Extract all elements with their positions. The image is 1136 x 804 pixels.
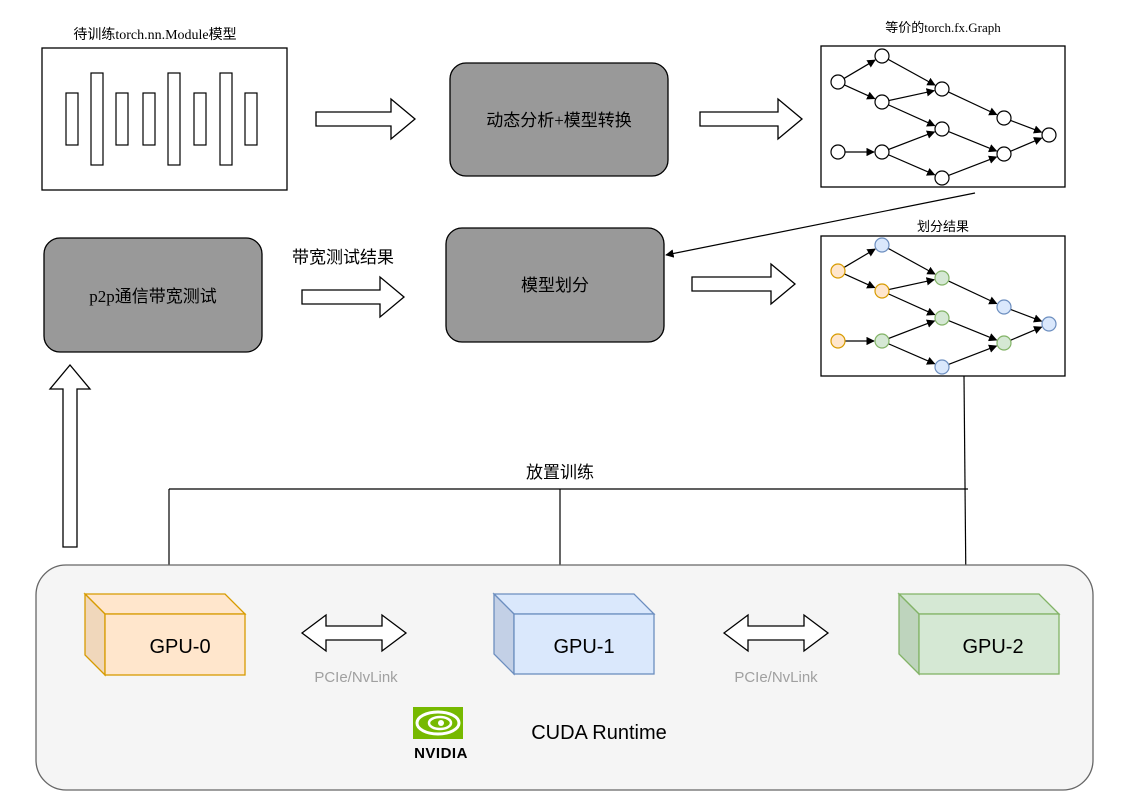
gpu-0-box[interactable]: GPU-0 (83, 592, 247, 677)
fx-graph-node (874, 144, 890, 160)
fx-graph-node (934, 121, 950, 137)
placement-label: 放置训练 (526, 463, 594, 482)
fx-graph-node (1041, 127, 1057, 143)
gpu-2-label: GPU-2 (962, 636, 1023, 658)
gpu-1-box[interactable]: GPU-1 (492, 592, 656, 676)
partition-graph-node (874, 237, 890, 253)
partition-graph-box[interactable] (820, 235, 1066, 377)
fx-graph-node (830, 144, 846, 160)
partition-label: 模型划分 (521, 276, 589, 295)
partition-graph-node (934, 270, 950, 286)
block-arrow-4 (691, 262, 797, 306)
partition-title: 划分结果 (917, 219, 969, 234)
gpu-1-label: GPU-1 (553, 636, 614, 658)
runtime-label: CUDA Runtime (531, 722, 667, 744)
block-arrow-up (48, 363, 92, 548)
graph-title: 等价的torch.fx.Graph (885, 20, 1001, 35)
block-arrow-1 (315, 97, 417, 141)
block-arrow-3 (301, 275, 406, 319)
placement-arrow-gpu2 (961, 375, 971, 593)
link-label-right: PCIe/NvLink (734, 669, 818, 686)
block-arrow-2 (699, 97, 804, 141)
partition-graph-node (934, 310, 950, 326)
fx-graph-node (874, 48, 890, 64)
partition-graph-node (874, 333, 890, 349)
partition-graph-node (996, 335, 1012, 351)
fx-graph-node (996, 110, 1012, 126)
nvidia-logo: NVIDIA (413, 707, 468, 762)
partition-graph-node (830, 263, 846, 279)
fx-graph-node (934, 170, 950, 186)
analysis-label: 动态分析+模型转换 (486, 111, 632, 130)
partition-graph-node (874, 283, 890, 299)
partition-graph-node (1041, 316, 1057, 332)
fx-graph-node (830, 74, 846, 90)
fx-graph-node (996, 146, 1012, 162)
partition-graph-node (996, 299, 1012, 315)
module-title: 待训练torch.nn.Module模型 (73, 27, 236, 43)
fx-graph-node (934, 81, 950, 97)
partition-graph-node (934, 359, 950, 375)
partition-graph-node (830, 333, 846, 349)
nvidia-wordmark: NVIDIA (414, 745, 468, 762)
gpu-0-label: GPU-0 (149, 636, 210, 658)
link-label-left: PCIe/NvLink (314, 669, 398, 686)
fx-graph-box[interactable] (820, 45, 1066, 188)
bandwidth-label: 带宽测试结果 (292, 248, 394, 267)
p2p-label: p2p通信带宽测试 (89, 287, 217, 306)
gpu-2-box[interactable]: GPU-2 (897, 592, 1061, 676)
fx-graph-node (874, 94, 890, 110)
